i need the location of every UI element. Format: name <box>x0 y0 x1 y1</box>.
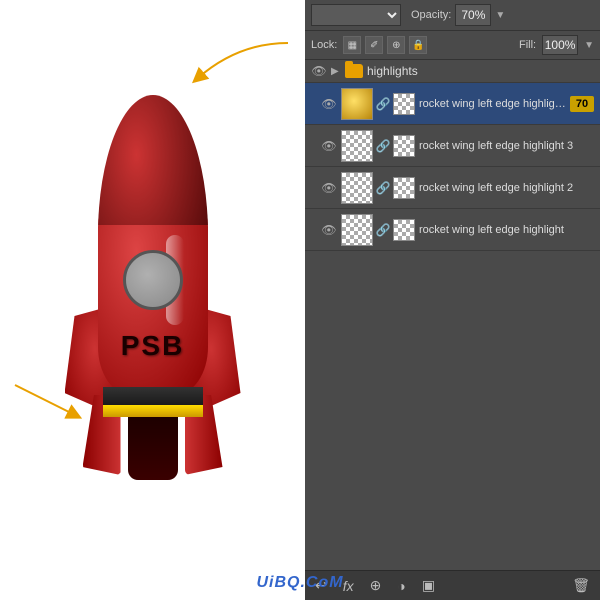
rocket-window <box>123 250 183 310</box>
canvas-area: PSB <box>0 0 305 600</box>
lock-move-icon[interactable]: ⊕ <box>387 36 405 54</box>
layer-opacity-badge: 70 <box>570 96 594 112</box>
rocket-body-text: PSB <box>121 330 185 362</box>
group-folder-icon <box>345 64 363 78</box>
layer-eye-icon[interactable]: 👁 <box>321 222 337 238</box>
layer-thumbnail <box>341 172 373 204</box>
layer-mask-thumbnail <box>393 177 415 199</box>
lock-fill-bar: Lock: ▦ ✐ ⊕ 🔒 Fill: ▼ <box>305 31 600 60</box>
layer-mask-thumbnail <box>393 93 415 115</box>
rocket-exhaust-band <box>103 387 203 405</box>
layer-eye-icon[interactable]: 👁 <box>321 138 337 154</box>
rocket-illustration: PSB <box>53 95 253 535</box>
group-eye-icon[interactable]: 👁 <box>311 63 327 79</box>
layer-name-label: rocket wing left edge highlight <box>419 224 594 236</box>
lock-all-icon[interactable]: 🔒 <box>409 36 427 54</box>
layer-chain-icon: 🔗 <box>377 177 389 199</box>
layer-mask-thumbnail <box>393 135 415 157</box>
layer-chain-icon: 🔗 <box>377 93 389 115</box>
blend-opacity-bar: Normal Opacity: ▼ <box>305 0 600 31</box>
arrow-svg-top <box>178 38 298 98</box>
layer-list: 👁 🔗 rocket wing left edge highlight spot 70… <box>305 83 600 251</box>
rocket-nose <box>98 95 208 225</box>
fill-dropdown-icon[interactable]: ▼ <box>584 40 594 51</box>
group-highlights[interactable]: 👁 ▶ highlights <box>305 60 600 83</box>
group-expand-icon[interactable]: ▶ <box>331 66 341 76</box>
layer-eye-icon[interactable]: 👁 <box>321 96 337 112</box>
rocket-fin-center <box>128 410 178 480</box>
watermark: UiBQ.CoM <box>0 574 600 592</box>
layers-panel: Normal Opacity: ▼ Lock: ▦ ✐ ⊕ 🔒 Fill: ▼ … <box>305 0 600 600</box>
layer-name-label: rocket wing left edge highlight 3 <box>419 140 594 152</box>
layer-thumbnail <box>341 214 373 246</box>
arrow-annotation-bottom <box>10 380 100 435</box>
layer-mask-thumbnail <box>393 219 415 241</box>
layer-name-label: rocket wing left edge highlight 2 <box>419 182 594 194</box>
arrow-svg-bottom <box>10 380 100 430</box>
opacity-dropdown-icon[interactable]: ▼ <box>495 10 505 21</box>
fill-label: Fill: <box>519 39 536 51</box>
lock-label: Lock: <box>311 39 337 51</box>
rocket-yellow-stripe <box>103 405 203 417</box>
lock-position-icon[interactable]: ✐ <box>365 36 383 54</box>
fill-input[interactable] <box>542 35 578 55</box>
layer-chain-icon: 🔗 <box>377 135 389 157</box>
blend-mode-select[interactable]: Normal <box>311 4 401 26</box>
layer-name-label: rocket wing left edge highlight spot <box>419 98 566 110</box>
layer-row[interactable]: 👁 🔗 rocket wing left edge highlight <box>305 209 600 251</box>
arrow-annotation-top <box>178 38 298 103</box>
layer-row[interactable]: 👁 🔗 rocket wing left edge highlight spot 70 <box>305 83 600 125</box>
opacity-input[interactable] <box>455 4 491 26</box>
lock-icons-group: ▦ ✐ ⊕ 🔒 <box>343 36 427 54</box>
layer-chain-icon: 🔗 <box>377 219 389 241</box>
opacity-label: Opacity: <box>411 9 451 21</box>
layer-thumbnail <box>341 130 373 162</box>
layer-row[interactable]: 👁 🔗 rocket wing left edge highlight 2 <box>305 167 600 209</box>
layer-row[interactable]: 👁 🔗 rocket wing left edge highlight 3 <box>305 125 600 167</box>
group-name-label: highlights <box>367 64 594 78</box>
layer-eye-icon[interactable]: 👁 <box>321 180 337 196</box>
layer-thumbnail <box>341 88 373 120</box>
lock-pixels-icon[interactable]: ▦ <box>343 36 361 54</box>
